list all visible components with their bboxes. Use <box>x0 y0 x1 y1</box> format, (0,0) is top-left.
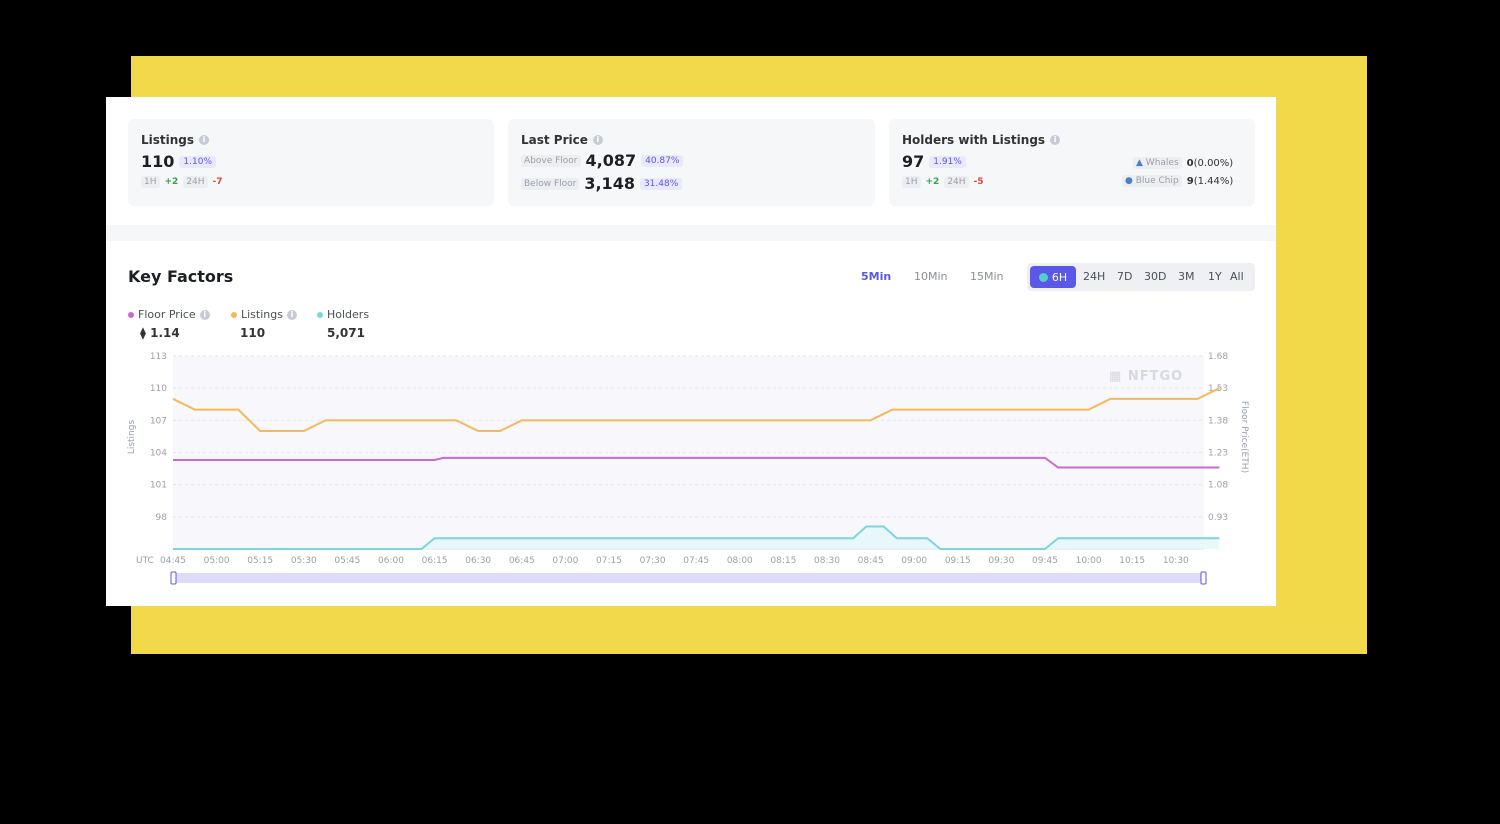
y-tick-right: 1.23 <box>1208 449 1228 459</box>
y-tick-right: 1.68 <box>1208 352 1228 362</box>
x-axis-prefix: UTC <box>136 556 154 566</box>
y-tick-left: 98 <box>156 513 168 523</box>
range-slider-handle-right <box>1200 571 1207 585</box>
x-tick-label: 05:15 <box>247 556 273 566</box>
x-tick-label: 10:00 <box>1076 556 1102 566</box>
x-tick-label: 08:30 <box>814 556 840 566</box>
x-tick-label: 10:30 <box>1163 556 1189 566</box>
x-tick-label: 07:30 <box>640 556 666 566</box>
x-tick-label: 08:45 <box>858 556 884 566</box>
x-tick-label: 10:15 <box>1119 556 1145 566</box>
y-axis-label-right: Floor Price(ETH) <box>1239 401 1249 473</box>
y-tick-right: 0.93 <box>1208 513 1228 523</box>
x-tick-label: 06:30 <box>465 556 491 566</box>
y-tick-left: 113 <box>150 352 167 362</box>
x-tick-label: 05:30 <box>291 556 317 566</box>
y-tick-left: 107 <box>150 416 167 426</box>
x-tick-label: 07:45 <box>683 556 709 566</box>
x-tick-label: 06:15 <box>422 556 448 566</box>
x-tick-label: 09:00 <box>901 556 927 566</box>
range-slider-handle-left <box>170 571 177 585</box>
x-tick-label: 09:30 <box>988 556 1014 566</box>
x-tick-label: 06:00 <box>378 556 404 566</box>
key-factors-chart: 113 1.68110 1.53107 1.38104 1.23101 1.0898 0.9… <box>127 352 1249 585</box>
x-tick-label: 07:15 <box>596 556 622 566</box>
x-tick-label: 04:45 <box>160 556 186 566</box>
y-tick-left: 110 <box>150 384 167 394</box>
x-tick-label: 09:15 <box>945 556 971 566</box>
x-tick-label: 09:45 <box>1032 556 1058 566</box>
x-tick-label: 05:45 <box>334 556 360 566</box>
y-tick-right: 1.08 <box>1208 481 1228 491</box>
y-tick-right: 1.38 <box>1208 416 1228 426</box>
nftgo-logo-icon: ▦ <box>1109 369 1123 384</box>
x-tick-label: 05:00 <box>204 556 230 566</box>
range-slider-track <box>173 573 1204 583</box>
y-axis-label-left: Listings <box>127 420 137 455</box>
x-tick-label: 06:45 <box>509 556 535 566</box>
y-tick-left: 104 <box>150 449 167 459</box>
y-tick-left: 101 <box>150 481 167 491</box>
nft-stats-panel: Listings i 110 1.10% 1H +2 24H -7 Last P… <box>106 97 1276 606</box>
x-tick-label: 08:00 <box>727 556 753 566</box>
x-tick-label: 07:00 <box>552 556 578 566</box>
nftgo-watermark: ▦ NFTGO <box>1109 369 1183 384</box>
watermark-text: NFTGO <box>1127 369 1184 384</box>
x-tick-label: 08:15 <box>770 556 796 566</box>
